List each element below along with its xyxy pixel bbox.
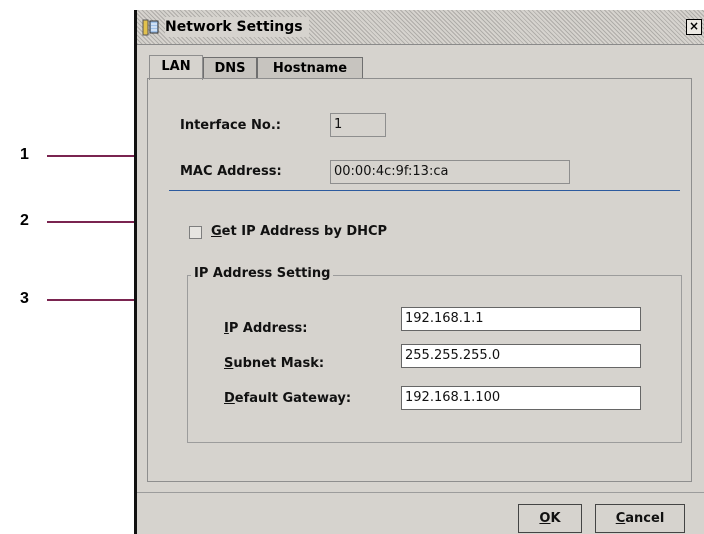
ok-button[interactable]: OK bbox=[518, 504, 582, 533]
tab-lan[interactable]: LAN bbox=[149, 55, 203, 80]
tab-dns[interactable]: DNS bbox=[203, 57, 257, 79]
tab-hostname[interactable]: Hostname bbox=[257, 57, 363, 79]
cancel-button[interactable]: Cancel bbox=[595, 504, 685, 533]
subnet-mask-input[interactable]: 255.255.255.0 bbox=[401, 344, 641, 368]
window-title: Network Settings bbox=[165, 17, 309, 37]
ip-address-input[interactable]: 192.168.1.1 bbox=[401, 307, 641, 331]
network-settings-dialog: Network Settings × LAN DNS Hostname Inte… bbox=[134, 10, 704, 534]
dhcp-checkbox-label[interactable]: Get IP Address by DHCP bbox=[211, 224, 387, 239]
default-gateway-input[interactable]: 192.168.1.100 bbox=[401, 386, 641, 410]
dhcp-checkbox[interactable] bbox=[189, 226, 202, 239]
callout-2-label: 2 bbox=[20, 212, 29, 229]
network-settings-icon bbox=[142, 19, 159, 36]
subnet-mask-label: Subnet Mask: bbox=[224, 356, 325, 371]
section-divider bbox=[169, 190, 680, 191]
mac-address-field: 00:00:4c:9f:13:ca bbox=[330, 160, 570, 184]
default-gateway-label: Default Gateway: bbox=[224, 391, 352, 406]
footer-divider bbox=[137, 492, 704, 493]
callout-1-label: 1 bbox=[20, 146, 29, 163]
title-bar[interactable]: Network Settings × bbox=[137, 10, 704, 45]
interface-number-field: 1 bbox=[330, 113, 386, 137]
interface-number-label: Interface No.: bbox=[180, 118, 281, 133]
mac-address-label: MAC Address: bbox=[180, 164, 282, 179]
callout-3-label: 3 bbox=[20, 290, 29, 307]
close-icon[interactable]: × bbox=[686, 19, 702, 35]
ip-address-setting-title: IP Address Setting bbox=[191, 266, 334, 281]
ip-address-label: IP Address: bbox=[224, 321, 308, 336]
